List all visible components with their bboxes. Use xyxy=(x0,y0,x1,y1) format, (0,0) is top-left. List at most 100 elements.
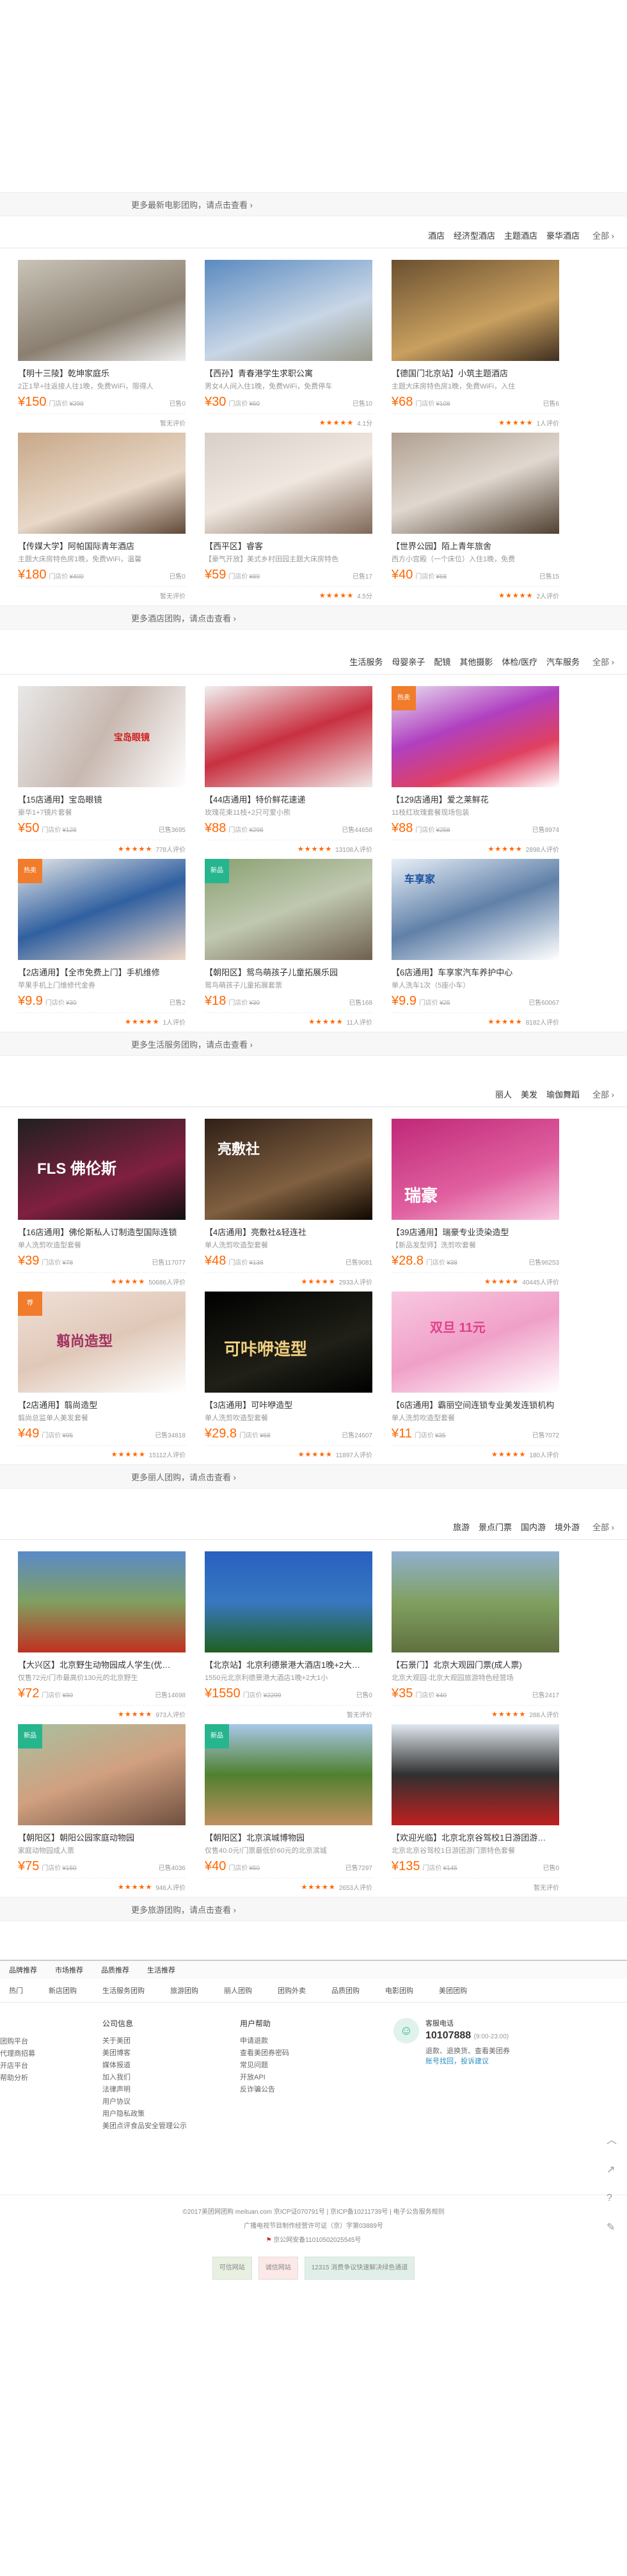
footer-col-link[interactable]: 加入我们 xyxy=(102,2072,240,2084)
footer-col-link[interactable]: 申请退款 xyxy=(240,2035,393,2047)
deal-image[interactable] xyxy=(392,1724,559,1825)
deal-title[interactable]: 【北京站】北京利德景港大酒店1晚+2大… xyxy=(205,1658,372,1670)
deal-image[interactable]: 热卖 xyxy=(392,686,559,787)
question-icon[interactable]: ? xyxy=(607,2193,617,2204)
life-category-5[interactable]: 汽车服务 xyxy=(546,655,580,668)
footer-col-link[interactable]: 反诈骗公告 xyxy=(240,2084,393,2096)
deal-title[interactable]: 【西孙】青春港学生求职公寓 xyxy=(205,367,372,379)
beauty-category-2[interactable]: 瑜伽舞蹈 xyxy=(546,1088,580,1100)
edit-icon[interactable]: ✎ xyxy=(607,2221,617,2234)
deal-title[interactable]: 【2店通用】【全市免费上门】手机维修 xyxy=(18,966,186,978)
life-more-link[interactable]: 更多生活服务团购，请点击查看 › xyxy=(0,1032,627,1056)
deal-card[interactable]: 【北京站】北京利德景港大酒店1晚+2大… 1550元北京利德景港大酒店1晚+2大… xyxy=(205,1551,372,1719)
deal-title[interactable]: 【朝阳区】北京滨城博物园 xyxy=(205,1831,372,1843)
deal-title[interactable]: 【44店通用】特价鲜花速递 xyxy=(205,793,372,805)
deal-title[interactable]: 【传媒大学】阿帕国际青年酒店 xyxy=(18,540,186,552)
deal-image[interactable]: FLS 佛伦斯 xyxy=(18,1119,186,1220)
footer-col-link[interactable]: 查看美团券密码 xyxy=(240,2047,393,2060)
movie-more-link[interactable]: 更多最新电影团购，请点击查看 › xyxy=(0,192,627,216)
deal-image[interactable] xyxy=(18,1551,186,1652)
deal-image[interactable]: 新品 xyxy=(205,1724,372,1825)
deal-card[interactable]: 【大兴区】北京野生动物园成人学生(优… 仅售72元!门市最高价130元的北京野生… xyxy=(18,1551,186,1719)
deal-card[interactable]: 【石景门】北京大观园门票(成人票) 北京大观园-北京大观园旅游特色经营场 ¥35… xyxy=(392,1551,559,1719)
deal-image[interactable] xyxy=(392,433,559,534)
footer-left-item[interactable]: 代理商招募 xyxy=(0,2048,77,2060)
deal-image[interactable] xyxy=(18,260,186,361)
deal-title[interactable]: 【朝阳区】朝阳公园家庭动物园 xyxy=(18,1831,186,1843)
footer-link-7[interactable]: 电影团购 xyxy=(385,1985,413,1996)
deal-image[interactable]: 亮敷社 xyxy=(205,1119,372,1220)
deal-image[interactable] xyxy=(205,686,372,787)
hotel-category-0[interactable]: 酒店 xyxy=(428,229,445,241)
deal-title[interactable]: 【2店通用】翦尚造型 xyxy=(18,1398,186,1411)
deal-title[interactable]: 【129店通用】爱之莱鲜花 xyxy=(392,793,559,805)
deal-card[interactable]: 宝岛眼镜 【15店通用】宝岛眼镜 豪华1+7镜片套餐 ¥50 门店价 ¥128 已… xyxy=(18,686,186,854)
footer-col-link[interactable]: 美团点评食品安全管理公示 xyxy=(102,2120,240,2132)
deal-image[interactable]: 双旦 11元 xyxy=(392,1292,559,1393)
beauty-all-link[interactable]: 全部 › xyxy=(592,1088,614,1100)
deal-card[interactable]: 新品 【朝阳区】朝阳公园家庭动物园 家庭动物园成人票 ¥75 门店价 ¥150 已… xyxy=(18,1724,186,1892)
travel-category-2[interactable]: 国内游 xyxy=(521,1521,546,1533)
deal-title[interactable]: 【石景门】北京大观园门票(成人票) xyxy=(392,1658,559,1670)
deal-image[interactable] xyxy=(392,260,559,361)
chevron-up-icon[interactable]: ︿ xyxy=(607,2131,617,2147)
beauty-category-0[interactable]: 丽人 xyxy=(495,1088,512,1100)
deal-card[interactable]: 【西孙】青春港学生求职公寓 男女4人间入住1晚，免费WiFi，免费停车 ¥30 … xyxy=(205,260,372,428)
footer-badge[interactable]: 可信网站 xyxy=(212,2257,252,2280)
deal-card[interactable]: 【欢迎光临】北京北京谷驾校1日游团游… 北京北京谷驾校1日游团游门票特色套餐 ¥… xyxy=(392,1724,559,1892)
travel-category-1[interactable]: 景点门票 xyxy=(479,1521,512,1533)
deal-image[interactable] xyxy=(392,1551,559,1652)
deal-title[interactable]: 【西平区】睿客 xyxy=(205,540,372,552)
deal-card[interactable]: 【传媒大学】阿帕国际青年酒店 主题大床房特色房1晚，免费WiFi，温馨 ¥180… xyxy=(18,433,186,600)
footer-link-8[interactable]: 美团团购 xyxy=(439,1985,467,1996)
travel-more-link[interactable]: 更多旅游团购，请点击查看 › xyxy=(0,1897,627,1921)
footer-link-1[interactable]: 新店团购 xyxy=(49,1985,77,1996)
beauty-category-1[interactable]: 美发 xyxy=(521,1088,537,1100)
deal-title[interactable]: 【3店通用】可咔咿造型 xyxy=(205,1398,372,1411)
deal-image[interactable]: 瑞豪 xyxy=(392,1119,559,1220)
deal-card[interactable]: 热卖 【2店通用】【全市免费上门】手机维修 苹果手机上门维修代金券 ¥9.9 门… xyxy=(18,859,186,1027)
deal-image[interactable] xyxy=(205,260,372,361)
deal-title[interactable]: 【明十三陵】乾坤家庭乐 xyxy=(18,367,186,379)
deal-image[interactable] xyxy=(205,433,372,534)
deal-image[interactable] xyxy=(18,433,186,534)
life-all-link[interactable]: 全部 › xyxy=(592,655,614,668)
deal-card[interactable]: 荐翦尚造型 【2店通用】翦尚造型 翦尚总监单人美发套餐 ¥49 门店价 ¥95 已… xyxy=(18,1292,186,1459)
life-category-1[interactable]: 母婴亲子 xyxy=(392,655,425,668)
hotel-category-1[interactable]: 经济型酒店 xyxy=(454,229,495,241)
deal-card[interactable]: FLS 佛伦斯 【16店通用】佛伦斯私人订制造型国际连锁 单人洗剪吹造型套餐 ¥… xyxy=(18,1119,186,1286)
deal-title[interactable]: 【39店通用】瑞豪专业烫染造型 xyxy=(392,1226,559,1238)
deal-card[interactable]: 亮敷社 【4店通用】亮敷社&轻连社 单人洗剪吹造型套餐 ¥48 门店价 ¥138 … xyxy=(205,1119,372,1286)
deal-image[interactable]: 热卖 xyxy=(18,859,186,960)
deal-card[interactable]: 【德国门北京站】小筑主题酒店 主题大床房特色房1晚，免费WiFi，入住 ¥68 … xyxy=(392,260,559,428)
deal-title[interactable]: 【德国门北京站】小筑主题酒店 xyxy=(392,367,559,379)
travel-all-link[interactable]: 全部 › xyxy=(592,1521,614,1533)
deal-image[interactable] xyxy=(205,1551,372,1652)
hotel-category-3[interactable]: 豪华酒店 xyxy=(546,229,580,241)
deal-title[interactable]: 【世界公园】陌上青年旅舍 xyxy=(392,540,559,552)
deal-title[interactable]: 【大兴区】北京野生动物园成人学生(优… xyxy=(18,1658,186,1670)
deal-title[interactable]: 【朝阳区】鸳鸟萌孩子儿童拓展乐园 xyxy=(205,966,372,978)
footer-col-link[interactable]: 关于美团 xyxy=(102,2035,240,2047)
deal-image[interactable]: 荐翦尚造型 xyxy=(18,1292,186,1393)
deal-title[interactable]: 【4店通用】亮敷社&轻连社 xyxy=(205,1226,372,1238)
deal-image[interactable]: 车享家 xyxy=(392,859,559,960)
deal-card[interactable]: 瑞豪 【39店通用】瑞豪专业烫染造型 【新品发型师】洗剪吹套餐 ¥28.8 门店… xyxy=(392,1119,559,1286)
life-category-4[interactable]: 体检/医疗 xyxy=(502,655,537,668)
footer-col-link[interactable]: 用户协议 xyxy=(102,2096,240,2108)
deal-title[interactable]: 【6店通用】车享家汽车养护中心 xyxy=(392,966,559,978)
life-category-0[interactable]: 生活服务 xyxy=(349,655,383,668)
footer-link-3[interactable]: 旅游团购 xyxy=(170,1985,198,1996)
deal-image[interactable]: 可咔咿造型 xyxy=(205,1292,372,1393)
deal-card[interactable]: 【明十三陵】乾坤家庭乐 2正1早+往返接人往1晚，免费WiFi，限得人 ¥150… xyxy=(18,260,186,428)
deal-card[interactable]: 车享家 【6店通用】车享家汽车养护中心 单人洗车1次（5座小车） ¥9.9 门店… xyxy=(392,859,559,1027)
deal-title[interactable]: 【15店通用】宝岛眼镜 xyxy=(18,793,186,805)
deal-card[interactable]: 新品 【朝阳区】鸳鸟萌孩子儿童拓展乐园 鸳鸟萌孩子儿童拓展套票 ¥18 门店价 ¥… xyxy=(205,859,372,1027)
deal-card[interactable]: 新品 【朝阳区】北京滨城博物园 仅售40.0元!门票最低价60元的北京滨城 ¥4… xyxy=(205,1724,372,1892)
deal-title[interactable]: 【16店通用】佛伦斯私人订制造型国际连锁 xyxy=(18,1226,186,1238)
hotel-all-link[interactable]: 全部 › xyxy=(592,229,614,241)
deal-card[interactable]: 热卖 【129店通用】爱之莱鲜花 11枝红玫瑰套餐现场包装 ¥88 门店价 ¥25… xyxy=(392,686,559,854)
hotel-category-2[interactable]: 主题酒店 xyxy=(504,229,537,241)
deal-image[interactable]: 新品 xyxy=(18,1724,186,1825)
deal-title[interactable]: 【6店通用】霸丽空间连锁专业美发连锁机构 xyxy=(392,1398,559,1411)
